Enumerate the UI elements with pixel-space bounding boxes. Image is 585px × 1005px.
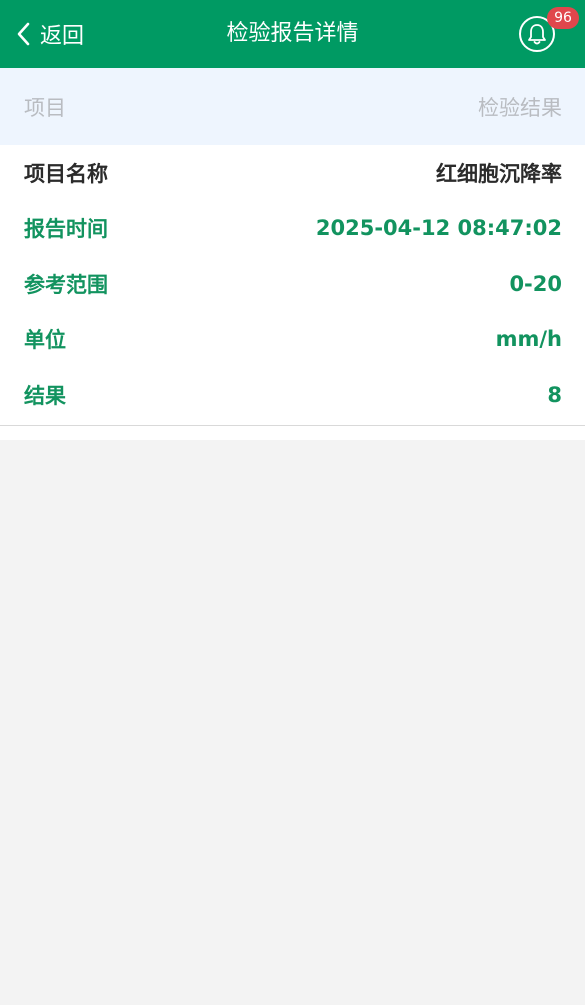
detail-row-result: 结果 8 — [0, 367, 585, 423]
table-header: 项目 检验结果 — [0, 68, 585, 145]
report-detail-list: 项目名称 红细胞沉降率 报告时间 2025-04-12 08:47:02 参考范… — [0, 145, 585, 426]
detail-label: 项目名称 — [24, 161, 108, 186]
page-title: 检验报告详情 — [226, 21, 359, 46]
detail-label: 单位 — [24, 328, 66, 353]
detail-row-item-name: 项目名称 红细胞沉降率 — [0, 145, 585, 201]
detail-label: 结果 — [24, 383, 66, 408]
detail-value: mm/h — [495, 327, 562, 352]
spacer — [0, 425, 585, 440]
detail-label: 参考范围 — [24, 272, 108, 297]
detail-label: 报告时间 — [24, 217, 108, 242]
top-bar: 返回 检验报告详情 96 — [0, 0, 585, 68]
notification-badge: 96 — [547, 7, 579, 29]
detail-value: 红细胞沉降率 — [436, 161, 562, 186]
detail-value: 8 — [547, 382, 562, 407]
empty-content-area — [0, 439, 585, 1005]
detail-row-reference-range: 参考范围 0-20 — [0, 256, 585, 312]
back-button[interactable]: 返回 — [16, 0, 84, 68]
column-header-result: 检验结果 — [478, 95, 562, 120]
detail-row-unit: 单位 mm/h — [0, 312, 585, 368]
notification-button[interactable]: 96 — [519, 7, 579, 54]
detail-value: 2025-04-12 08:47:02 — [315, 216, 562, 241]
detail-value: 0-20 — [509, 271, 562, 296]
chevron-left-icon — [16, 22, 30, 46]
detail-row-report-time: 报告时间 2025-04-12 08:47:02 — [0, 201, 585, 257]
column-header-item: 项目 — [24, 95, 66, 120]
back-label: 返回 — [40, 24, 85, 49]
